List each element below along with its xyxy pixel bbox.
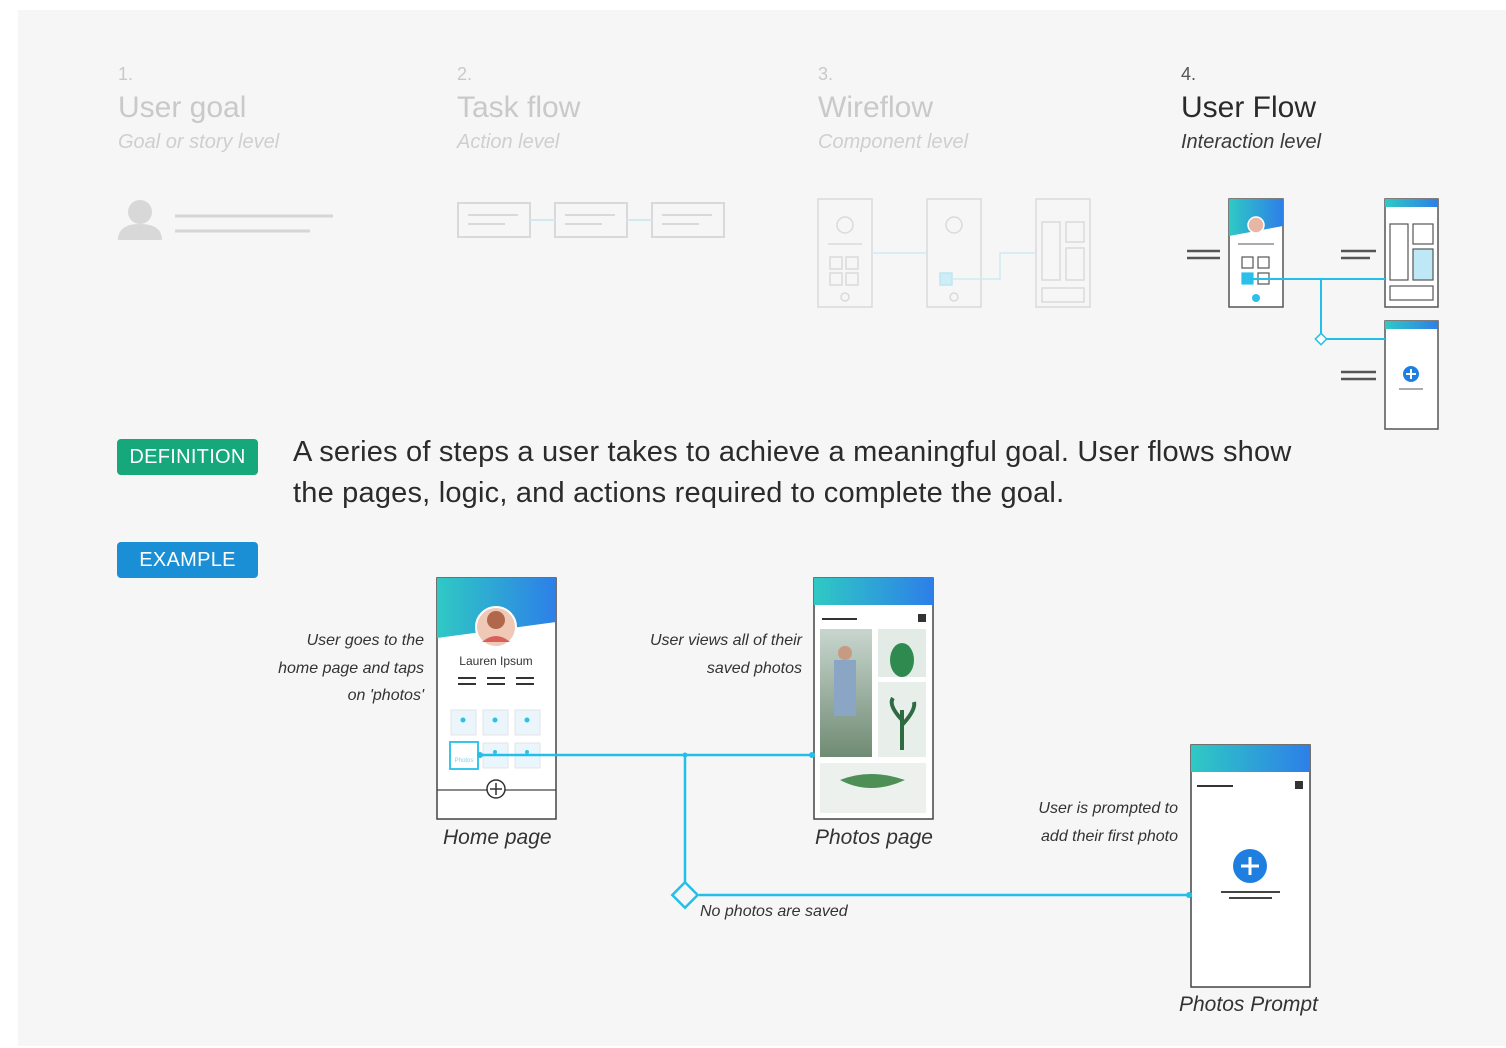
avatar-icon — [1247, 216, 1265, 234]
definition-badge: DEFINITION — [117, 439, 258, 475]
photos-tile-label: Photos — [455, 758, 474, 764]
label-home-page: Home page — [443, 826, 552, 849]
photos-prompt-screen — [1190, 744, 1311, 988]
label-photos-page: Photos page — [815, 826, 933, 849]
task-flow-illustration — [457, 202, 725, 238]
photos-page-screen — [813, 577, 934, 820]
photo-leaf — [820, 763, 926, 813]
definition-text: A series of steps a user takes to achiev… — [293, 436, 1292, 509]
plus-icon[interactable] — [486, 779, 506, 799]
plus-icon[interactable] — [1233, 849, 1267, 883]
note-photos: User views all of their saved photos — [649, 632, 802, 677]
note-home: User goes to the home page and taps on '… — [278, 632, 424, 704]
user-silhouette-icon — [118, 200, 162, 240]
stage-illustrations — [118, 198, 1439, 430]
photos-tile[interactable] — [449, 741, 479, 770]
label-photos-prompt: Photos Prompt — [1179, 993, 1318, 1016]
profile-name: Lauren Ipsum — [459, 654, 532, 668]
note-prompt: User is prompted to add their first phot… — [1038, 800, 1178, 845]
note-condition: No photos are saved — [700, 903, 848, 920]
decision-diamond-icon — [670, 880, 700, 910]
user-goal-lines — [175, 214, 333, 233]
user-flow-illustration — [1187, 198, 1439, 430]
home-page-screen: Lauren Ipsum Photos — [436, 577, 557, 820]
wireflow-illustration — [817, 198, 1091, 308]
